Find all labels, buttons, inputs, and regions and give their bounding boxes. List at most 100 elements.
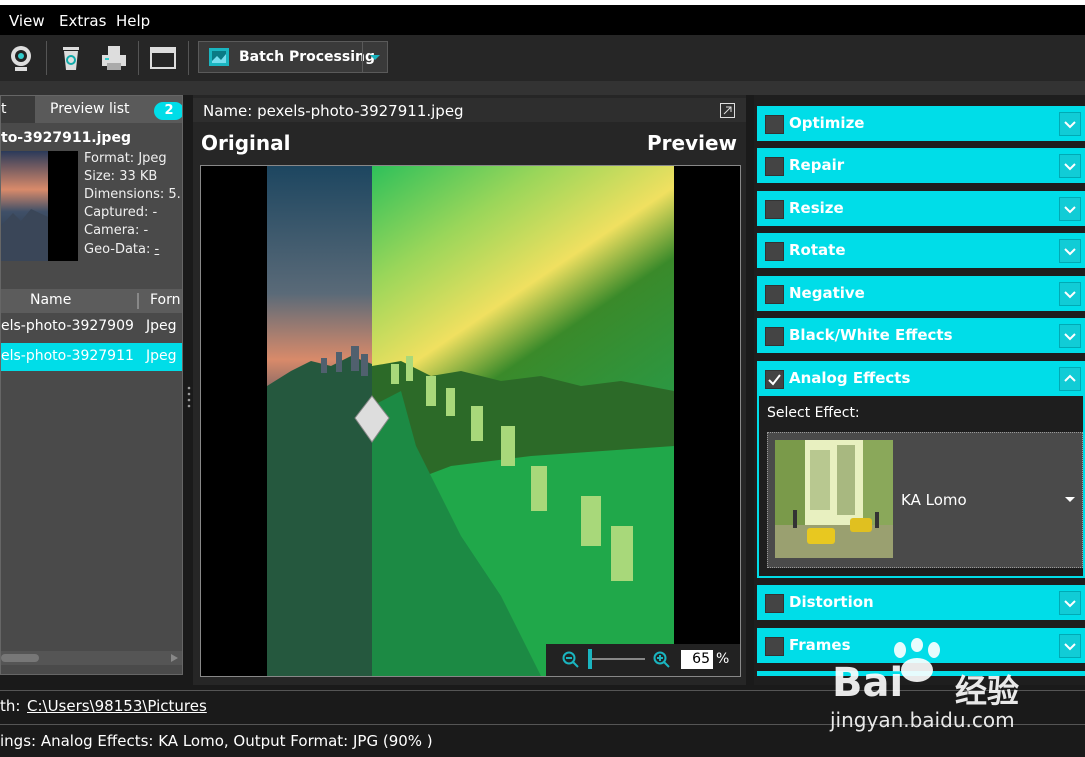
info-geo-data: Geo-Data: - — [84, 242, 159, 257]
column-divider[interactable] — [137, 293, 139, 309]
expand-button[interactable] — [1059, 154, 1081, 178]
effect-name: KA Lomo — [901, 491, 967, 509]
expand-button[interactable] — [1059, 591, 1081, 615]
zoom-slider-track[interactable] — [590, 658, 645, 660]
menu-extras[interactable]: Extras — [59, 12, 106, 30]
effect-select[interactable]: KA Lomo — [767, 432, 1083, 568]
info-dimensions: Dimensions: 5... — [84, 187, 183, 202]
original-label: Original — [201, 131, 291, 155]
zoom-input[interactable]: 65 — [681, 650, 713, 669]
info-geo-link[interactable]: - — [155, 242, 160, 257]
batch-images-icon — [209, 48, 229, 66]
toolbar: Batch Processing — [0, 35, 1085, 81]
negative-checkbox[interactable] — [765, 285, 784, 304]
recycle-bin-icon[interactable] — [56, 43, 86, 73]
toolbar-separator — [138, 41, 139, 75]
horizontal-scrollbar[interactable] — [1, 651, 182, 665]
section-bw-effects[interactable]: Black/White Effects — [757, 318, 1085, 353]
effects-panel: Optimize Repair Resize Rotate Negative B… — [754, 95, 1085, 685]
zoom-slider-thumb[interactable] — [588, 649, 592, 669]
menu-help[interactable]: Help — [116, 12, 150, 30]
chevron-down-icon — [1064, 600, 1076, 608]
zoom-in-icon[interactable] — [653, 651, 671, 669]
list-item[interactable]: els-photo-3927909 Jpeg — [1, 313, 182, 341]
scroll-right-icon[interactable] — [171, 654, 178, 662]
section-distortion[interactable]: Distortion — [757, 585, 1085, 620]
window-icon[interactable] — [148, 43, 178, 73]
checkmark-icon — [768, 374, 781, 386]
file-list-panel: t Preview list 2 to-3927911.jpeg Format:… — [0, 95, 183, 675]
section-analog-effects[interactable]: Analog Effects — [757, 361, 1085, 396]
tab-preview-label: Preview list — [50, 101, 130, 117]
menu-view[interactable]: View — [9, 12, 45, 30]
list-column-header: Name Forn — [1, 289, 182, 313]
dropdown-arrow-icon[interactable] — [1064, 496, 1076, 503]
section-label: Negative — [789, 284, 865, 302]
list-item-name: els-photo-3927909 — [1, 318, 134, 334]
batch-processing-button[interactable]: Batch Processing — [198, 41, 388, 73]
list-item-selected[interactable]: els-photo-3927911 Jpeg — [1, 343, 182, 371]
section-frames[interactable]: Frames — [757, 628, 1085, 663]
expand-button[interactable] — [1059, 634, 1081, 658]
expand-button[interactable] — [1059, 324, 1081, 348]
rotate-checkbox[interactable] — [765, 242, 784, 261]
column-name[interactable]: Name — [30, 292, 71, 308]
section-negative[interactable]: Negative — [757, 276, 1085, 311]
column-format[interactable]: Forn — [150, 292, 181, 308]
info-camera: Camera: - — [84, 223, 149, 238]
analog-effects-checkbox[interactable] — [765, 370, 784, 389]
section-label: Rotate — [789, 241, 846, 259]
chevron-up-icon — [1064, 374, 1076, 382]
preview-panel: Name: pexels-photo-3927911.jpeg Original… — [193, 95, 746, 685]
chevron-down-icon — [1064, 121, 1076, 129]
file-thumbnail — [1, 151, 78, 261]
comparison-canvas[interactable]: 65 % — [200, 165, 741, 677]
collapse-button[interactable] — [1059, 367, 1081, 391]
distortion-checkbox[interactable] — [765, 594, 784, 613]
section-optimize[interactable]: Optimize — [757, 106, 1085, 141]
section-label: Repair — [789, 156, 845, 174]
bw-effects-checkbox[interactable] — [765, 327, 784, 346]
optimize-checkbox[interactable] — [765, 115, 784, 134]
webcam-icon[interactable] — [6, 43, 36, 73]
preview-label: Preview — [646, 131, 737, 155]
tab-list-label: t — [1, 101, 7, 117]
splitter-handle[interactable] — [187, 385, 191, 409]
preview-count-badge: 2 — [154, 102, 182, 120]
section-label: Resize — [789, 199, 844, 217]
city-coast-image — [201, 166, 740, 676]
expand-button[interactable] — [1059, 239, 1081, 263]
section-label: Frames — [789, 636, 851, 654]
frames-checkbox[interactable] — [765, 637, 784, 656]
zoom-out-icon[interactable] — [562, 651, 580, 669]
list-item-format: Jpeg — [142, 348, 177, 364]
chevron-down-icon — [370, 55, 380, 60]
expand-button[interactable] — [1059, 112, 1081, 136]
info-format: Format: Jpeg — [84, 151, 167, 166]
section-rotate[interactable]: Rotate — [757, 233, 1085, 268]
chevron-down-icon — [1064, 291, 1076, 299]
menu-bar: View Extras Help — [0, 0, 1085, 35]
resize-checkbox[interactable] — [765, 200, 784, 219]
path-label: th: — [0, 697, 21, 715]
chevron-down-icon — [1064, 643, 1076, 651]
chevron-down-icon — [1064, 248, 1076, 256]
batch-dropdown-button[interactable] — [362, 42, 387, 72]
status-text: ings: Analog Effects: KA Lomo, Output Fo… — [0, 732, 433, 750]
repair-checkbox[interactable] — [765, 157, 784, 176]
scrollbar-thumb[interactable] — [1, 654, 39, 662]
printer-icon[interactable] — [99, 43, 129, 73]
section-label: Black/White Effects — [789, 326, 953, 344]
expand-button[interactable] — [1059, 282, 1081, 306]
section-repair[interactable]: Repair — [757, 148, 1085, 183]
file-info: to-3927911.jpeg Format: Jpeg Size: 33 KB… — [1, 123, 183, 283]
section-resize[interactable]: Resize — [757, 191, 1085, 226]
popout-icon[interactable] — [720, 103, 735, 118]
info-geo-label: Geo-Data: — [84, 242, 155, 257]
toolbar-separator — [46, 41, 47, 75]
path-link[interactable]: C:\Users\98153\Pictures — [27, 697, 207, 715]
select-effect-label: Select Effect: — [767, 405, 860, 421]
expand-button[interactable] — [1059, 197, 1081, 221]
name-bar: Name: pexels-photo-3927911.jpeg — [193, 98, 746, 122]
chevron-down-icon — [1064, 163, 1076, 171]
